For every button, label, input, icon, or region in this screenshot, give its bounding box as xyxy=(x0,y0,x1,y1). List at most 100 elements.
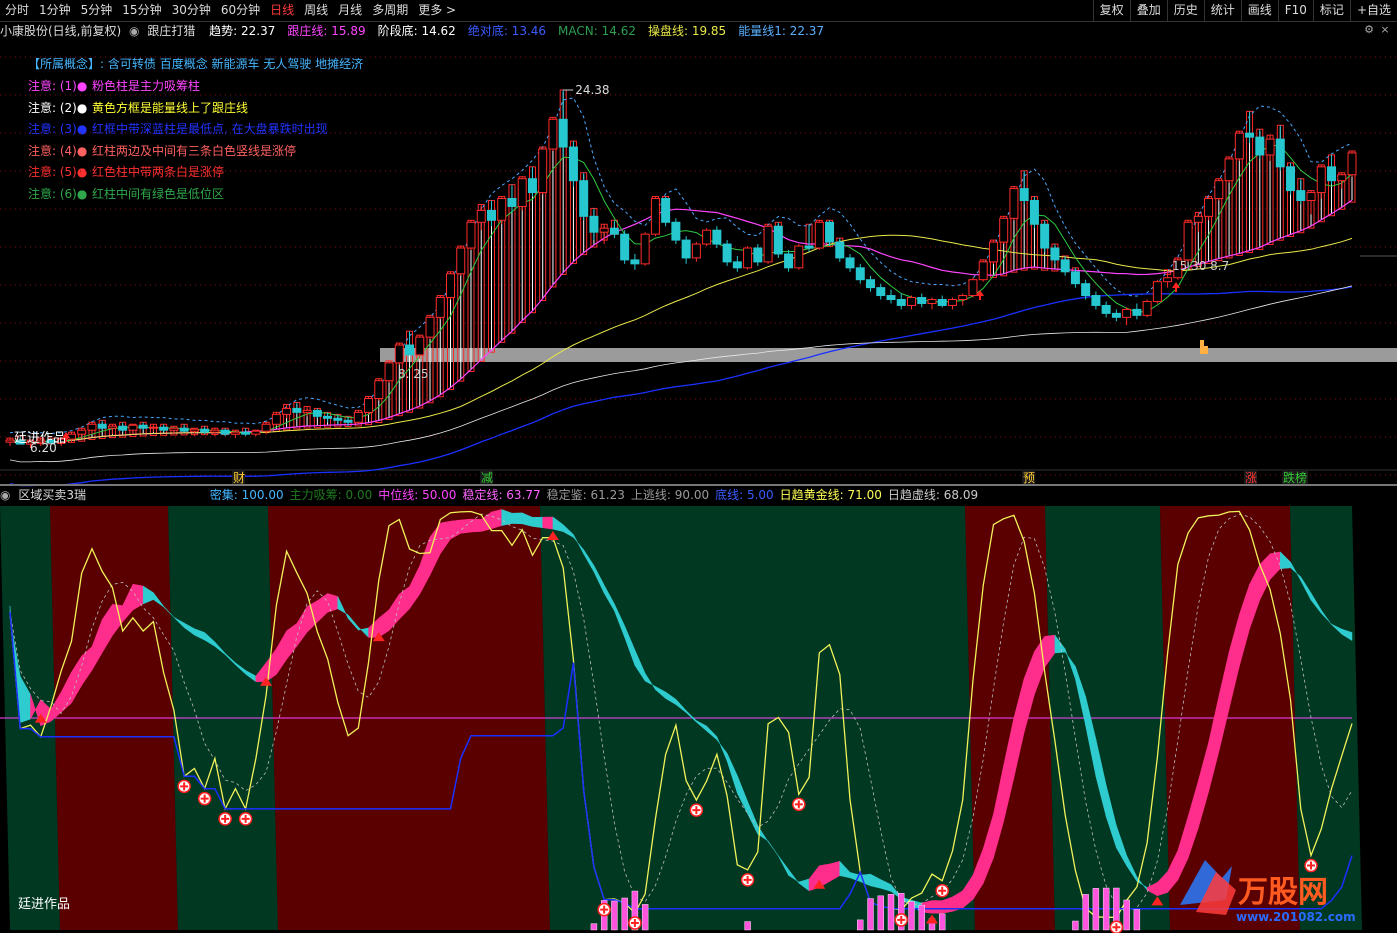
candle-body xyxy=(1101,304,1111,314)
sub-toggle-icon[interactable]: ◉ xyxy=(0,488,10,502)
candle-body xyxy=(179,427,189,432)
candle-body xyxy=(374,380,384,400)
accumulation-bar xyxy=(744,921,751,931)
candle-body xyxy=(405,344,415,356)
candle-body xyxy=(261,423,271,432)
stability-ribbon xyxy=(532,516,543,529)
accumulation-bar xyxy=(1072,920,1079,931)
candle-body xyxy=(353,411,363,423)
candle-body xyxy=(1111,312,1121,318)
candle-body xyxy=(446,273,456,299)
candle-body xyxy=(988,241,998,263)
candle-body xyxy=(364,398,374,413)
operator-line xyxy=(9,234,1353,443)
indicator-value-8: 日趋虚线: 68.09 xyxy=(887,488,979,502)
absolute-bottom-line xyxy=(9,286,1353,487)
buy-arrow-icon xyxy=(1172,282,1180,292)
accumulation-bar xyxy=(867,898,874,931)
accumulation-bar xyxy=(1123,899,1130,931)
candle-body xyxy=(220,429,230,435)
candle-body xyxy=(1183,221,1193,261)
mid-label-2: 15.30 8.7 xyxy=(1172,259,1229,273)
candle-body xyxy=(456,247,466,275)
candle-body xyxy=(722,243,732,263)
candle-body xyxy=(415,336,425,356)
candle-body xyxy=(1234,132,1244,160)
candle-body xyxy=(794,245,804,269)
candle-body xyxy=(927,299,937,304)
accumulation-bar xyxy=(887,894,895,931)
candle-body xyxy=(1070,271,1080,285)
candle-body xyxy=(845,257,855,269)
sub-indicator-name[interactable]: 区域买卖3瑞 xyxy=(18,488,86,502)
candle-body xyxy=(1214,180,1224,200)
candle-body xyxy=(609,227,619,235)
candle-body xyxy=(1081,283,1091,297)
candle-body xyxy=(1040,223,1050,249)
column-bars xyxy=(6,89,1356,445)
accumulation-bar xyxy=(939,913,946,931)
candle-body xyxy=(138,424,148,429)
candle-body xyxy=(210,429,220,433)
candle-body xyxy=(302,409,312,413)
indicator-value-7: 日趋黄金线: 71.00 xyxy=(779,488,882,502)
candle-body xyxy=(1060,259,1070,273)
candle-body xyxy=(538,148,548,194)
accumulation-bar xyxy=(1102,887,1110,931)
candle-body xyxy=(743,247,753,269)
candle-body xyxy=(1275,138,1285,168)
candle-body xyxy=(599,227,609,233)
indicator-value-5: 上逃线: 90.00 xyxy=(630,488,710,502)
candle-body xyxy=(896,299,906,306)
candle-body xyxy=(1019,188,1029,201)
accumulation-bar xyxy=(877,895,884,931)
candle-body xyxy=(937,299,947,306)
accumulation-bar xyxy=(621,897,628,931)
indicator-value-6: 底线: 5.00 xyxy=(715,488,774,502)
accumulation-bar xyxy=(1082,894,1089,931)
candle-body xyxy=(5,439,15,443)
candle-body xyxy=(476,209,486,223)
candle-body xyxy=(958,295,968,301)
candle-body xyxy=(825,221,835,243)
candle-body xyxy=(1347,152,1357,176)
candle-body xyxy=(866,279,876,289)
candle-body xyxy=(917,297,927,304)
candle-body xyxy=(671,221,681,241)
candle-body xyxy=(107,425,117,429)
candle-body xyxy=(763,225,773,263)
candle-body xyxy=(712,229,722,245)
candle-body xyxy=(425,316,435,338)
candle-body xyxy=(650,198,660,235)
candle-body xyxy=(497,198,507,221)
candle-body xyxy=(1029,199,1039,225)
candle-body xyxy=(384,362,394,382)
stability-ribbon xyxy=(511,512,523,525)
candle-body xyxy=(999,217,1009,243)
signal-badge: 涨 xyxy=(1245,470,1257,485)
accumulation-bar xyxy=(590,923,598,931)
main-watermark: 廷进作品 xyxy=(14,431,66,446)
accumulation-bar xyxy=(908,901,915,931)
signal-badge: 预 xyxy=(1023,471,1035,485)
candle-body xyxy=(640,233,650,265)
candle-body xyxy=(1306,192,1316,201)
chart-area[interactable]: 24.386.20廷进作品8. 2515.30 8.7财减预涨跌榜廷进作品 万股网… xyxy=(0,0,1397,933)
candle-body xyxy=(579,180,589,217)
candle-body xyxy=(568,146,578,182)
candle-body xyxy=(702,229,712,245)
indicator-value-0: 密集: 100.00 xyxy=(209,488,284,502)
indicator-value-4: 稳定鉴: 61.23 xyxy=(546,488,625,502)
candle-body xyxy=(855,267,865,281)
candle-body xyxy=(1286,166,1296,192)
candle-body xyxy=(1316,166,1326,194)
candle-body xyxy=(773,225,783,255)
signal-badge: 减 xyxy=(481,471,493,485)
candle-body xyxy=(784,253,794,269)
candle-body xyxy=(251,430,261,435)
accumulation-bar xyxy=(641,904,649,931)
candle-body xyxy=(835,241,845,259)
logo-url-text: www.201082.com xyxy=(1236,910,1356,924)
candle-body xyxy=(804,245,814,249)
moving-average-lines xyxy=(9,97,1353,487)
